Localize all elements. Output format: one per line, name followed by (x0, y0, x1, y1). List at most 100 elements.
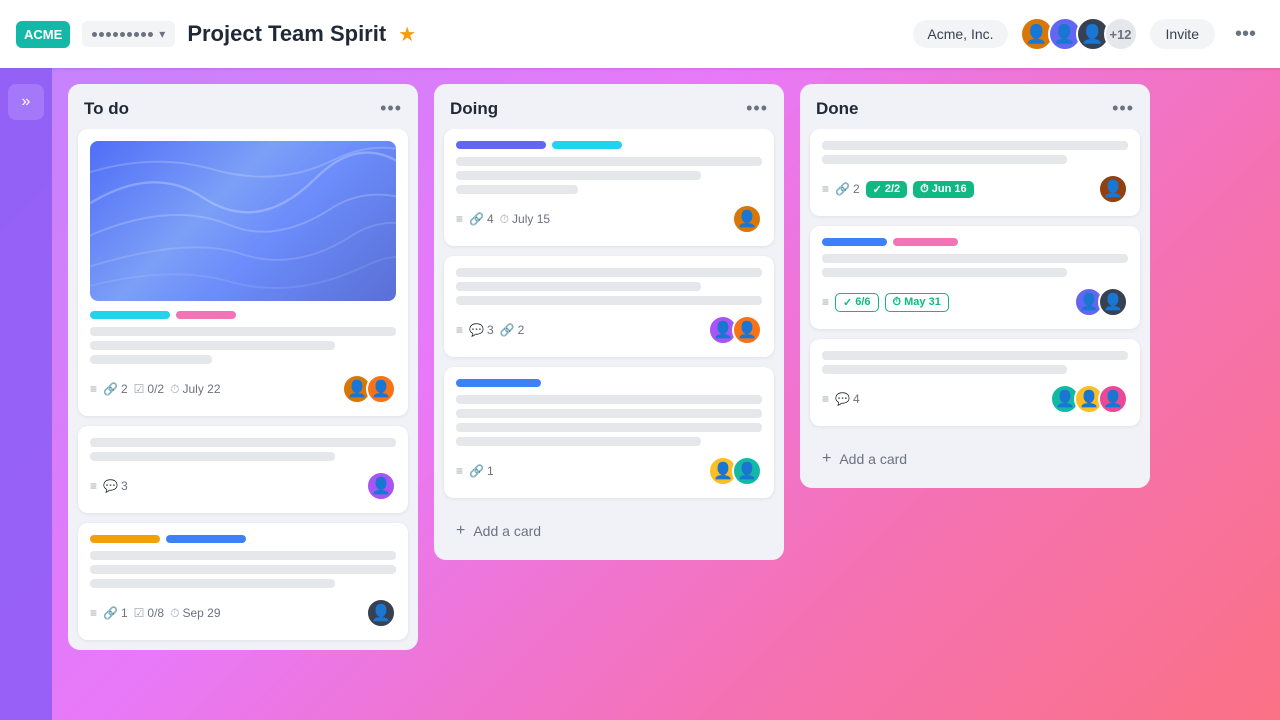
doing-card-3[interactable]: ≡ 🔗 1 👤 👤 (444, 367, 774, 498)
done-add-card-button[interactable]: + Add a card (810, 440, 1140, 478)
tag-blue (822, 238, 887, 246)
card-avatar: 👤 (732, 456, 762, 486)
workspace-badge[interactable]: Acme, Inc. (913, 20, 1007, 48)
checklist-badge: ✓ 6/6 (835, 293, 879, 312)
date-badge: ⏱ Jun 16 (913, 181, 973, 198)
card-line (456, 423, 762, 432)
sidebar-expand-button[interactable]: » (8, 84, 44, 120)
column-todo-header: To do ••• (68, 84, 418, 129)
column-doing-body: ≡ 🔗 4 ⏱ July 15 👤 (434, 129, 784, 508)
card-lines (456, 395, 762, 446)
card-tags (456, 141, 762, 149)
board-title: Project Team Spirit (187, 21, 386, 47)
card-line (822, 268, 1067, 277)
card-meta: ≡ 💬 3 🔗 2 (456, 323, 700, 337)
board-selector[interactable]: ▾ (82, 21, 175, 47)
tag-indigo (456, 141, 546, 149)
column-done-menu[interactable]: ••• (1112, 98, 1134, 119)
card-line (90, 452, 335, 461)
todo-card-2[interactable]: ≡ 💬 3 👤 (78, 426, 408, 513)
card-lines (90, 438, 396, 461)
card-line (90, 579, 335, 588)
card-footer: ≡ 🔗 2 ☑ 0/2 ⏱ July 22 👤 👤 (90, 374, 396, 404)
meta-date: ⏱ July 15 (500, 212, 550, 227)
card-line (822, 351, 1128, 360)
meta-comments: 💬 3 (103, 479, 128, 493)
todo-card-1[interactable]: ≡ 🔗 2 ☑ 0/2 ⏱ July 22 👤 👤 (78, 129, 408, 416)
invite-button[interactable]: Invite (1150, 19, 1215, 49)
card-line (456, 437, 701, 446)
doing-card-1[interactable]: ≡ 🔗 4 ⏱ July 15 👤 (444, 129, 774, 246)
column-todo-title: To do (84, 99, 129, 119)
card-line (90, 551, 396, 560)
card-tags (456, 379, 762, 387)
card-meta: ≡ 🔗 4 ⏱ July 15 (456, 212, 724, 227)
card-avatar: 👤 (732, 315, 762, 345)
column-doing-header: Doing ••• (434, 84, 784, 129)
card-meta: ≡ 🔗 2 ✓ 2/2 ⏱ Jun 16 (822, 181, 1090, 198)
done-card-1[interactable]: ≡ 🔗 2 ✓ 2/2 ⏱ Jun 16 👤 (810, 129, 1140, 216)
card-avatars: 👤 👤 (1074, 287, 1128, 317)
meta-attachments: 🔗 2 (103, 382, 128, 396)
board: To do ••• (52, 68, 1280, 720)
card-line (456, 395, 762, 404)
card-line (456, 157, 762, 166)
doing-add-card-button[interactable]: + Add a card (444, 512, 774, 550)
meta-attachments: 🔗 2 (500, 323, 525, 337)
meta-comments: 💬 4 (835, 392, 860, 406)
column-todo: To do ••• (68, 84, 418, 650)
card-avatar: 👤 (1098, 287, 1128, 317)
card-meta: ≡ 💬 4 (822, 392, 1042, 406)
column-doing-title: Doing (450, 99, 498, 119)
meta-menu: ≡ (822, 182, 829, 196)
tag-pink (893, 238, 958, 246)
avatar-count[interactable]: +12 (1104, 17, 1138, 51)
card-footer: ≡ 🔗 1 ☑ 0/8 ⏱ Sep 29 👤 (90, 598, 396, 628)
card-lines (90, 327, 396, 364)
column-doing-menu[interactable]: ••• (746, 98, 768, 119)
card-lines (822, 141, 1128, 164)
todo-card-3[interactable]: ≡ 🔗 1 ☑ 0/8 ⏱ Sep 29 👤 (78, 523, 408, 640)
done-card-2[interactable]: ≡ ✓ 6/6 ⏱ May 31 👤 👤 (810, 226, 1140, 329)
card-footer: ≡ 💬 4 👤 👤 👤 (822, 384, 1128, 414)
card-line (456, 171, 701, 180)
card-tags (90, 311, 396, 319)
checklist-badge: ✓ 2/2 (866, 181, 908, 198)
card-line (90, 355, 212, 364)
card-meta: ≡ 🔗 2 ☑ 0/2 ⏱ July 22 (90, 382, 334, 397)
app-logo: ACME (16, 21, 70, 48)
card-lines (90, 551, 396, 588)
topbar: ACME ▾ Project Team Spirit ★ Acme, Inc. … (0, 0, 1280, 68)
column-todo-menu[interactable]: ••• (380, 98, 402, 119)
card-line (90, 327, 396, 336)
meta-menu: ≡ (90, 479, 97, 493)
tag-blue (166, 535, 246, 543)
star-button[interactable]: ★ (398, 22, 416, 47)
plus-icon: + (456, 522, 465, 540)
tag-yellow (90, 535, 160, 543)
tag-blue (456, 379, 541, 387)
meta-menu: ≡ (90, 606, 97, 620)
doing-card-2[interactable]: ≡ 💬 3 🔗 2 👤 👤 (444, 256, 774, 357)
card-line (90, 565, 396, 574)
card-avatar: 👤 (1098, 174, 1128, 204)
card-avatars: 👤 👤 (708, 315, 762, 345)
plus-icon: + (822, 450, 831, 468)
column-done: Done ••• ≡ 🔗 2 ✓ 2/2 ⏱ Jun 16 (800, 84, 1150, 488)
card-avatar: 👤 (366, 374, 396, 404)
card-line (456, 409, 762, 418)
card-meta: ≡ 💬 3 (90, 479, 358, 493)
more-options-button[interactable]: ••• (1227, 23, 1264, 46)
card-avatar: 👤 (732, 204, 762, 234)
card-avatars: 👤 (366, 471, 396, 501)
card-lines (822, 351, 1128, 374)
main-content: » To do ••• (0, 68, 1280, 720)
card-line (822, 141, 1128, 150)
card-avatars: 👤 (366, 598, 396, 628)
meta-attachments: 🔗 1 (103, 606, 128, 620)
done-card-3[interactable]: ≡ 💬 4 👤 👤 👤 (810, 339, 1140, 426)
sidebar: » (0, 68, 52, 720)
card-tags (90, 535, 396, 543)
card-line (456, 282, 701, 291)
meta-comments: 💬 3 (469, 323, 494, 337)
